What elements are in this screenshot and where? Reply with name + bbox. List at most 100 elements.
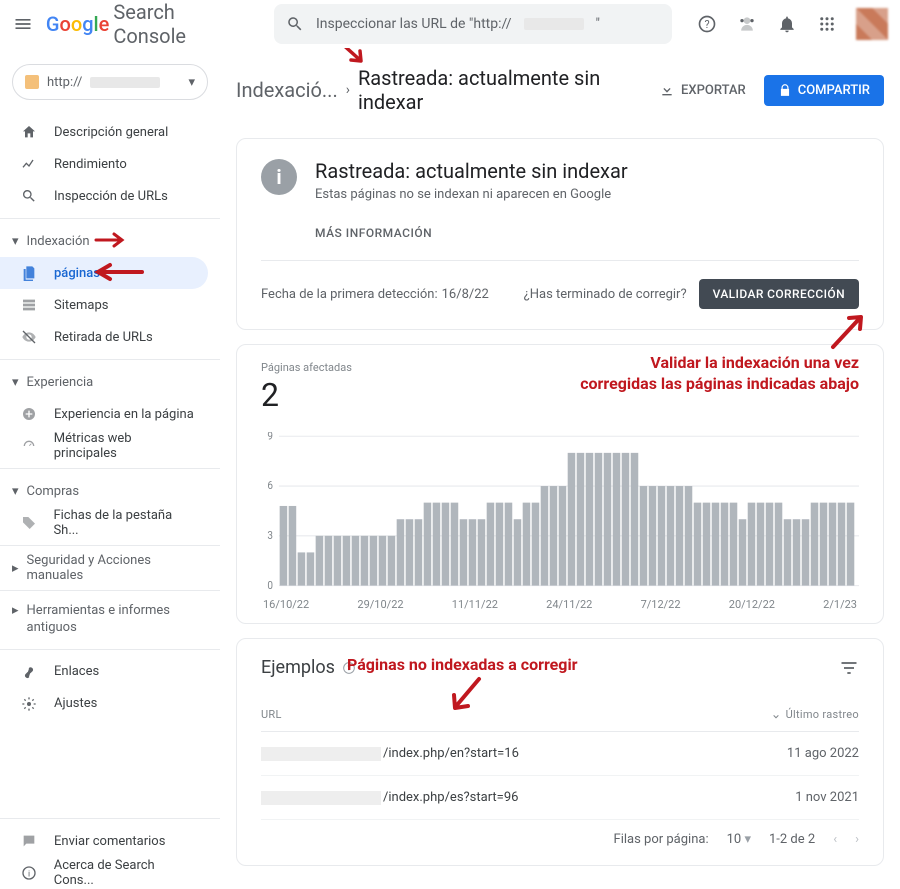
nav-shopping-listings[interactable]: Fichas de la pestaña Sh... [0,507,208,539]
nav-group-shopping[interactable]: ▾ Compras [0,475,220,507]
url-path: /index.php/es?start=96 [383,790,518,805]
eye-off-icon [20,328,38,346]
url-redacted-host [261,791,381,805]
breadcrumb-root[interactable]: Indexació... [236,78,338,102]
help-icon[interactable]: ? [696,13,718,35]
svg-text:3: 3 [267,529,273,542]
pager-prev[interactable]: ‹ [833,832,837,847]
rows-per-page-select[interactable]: 10 ▾ [727,832,751,847]
col-header-url[interactable]: URL [261,708,770,721]
url-path: /index.php/en?start=16 [383,746,519,761]
col-header-date[interactable]: Último rastreo [770,708,859,721]
magnify-icon [20,187,38,205]
bar-chart: 0369 [261,432,859,592]
account-avatar[interactable] [856,8,888,40]
rows-per-page-label: Filas por página: [614,832,709,847]
search-placeholder-pre: Inspeccionar las URL de "http:// [316,16,512,32]
plus-circle-icon [20,405,38,423]
chart-x-tick: 11/11/22 [452,598,498,611]
nav-url-inspect[interactable]: Inspección de URLs [0,180,208,212]
product-name: Search Console [113,0,234,48]
first-detect-label: Fecha de la primera detección: [261,287,438,302]
breadcrumb-row: Indexació... › Rastreada: actualmente si… [236,48,884,124]
pages-icon [20,264,38,282]
notifications-icon[interactable] [776,13,798,35]
nav-overview[interactable]: Descripción general [0,116,208,148]
svg-text:6: 6 [267,479,273,492]
nav-performance[interactable]: Rendimiento [0,148,208,180]
more-info-link[interactable]: MÁS INFORMACIÓN [315,226,859,240]
link-icon [20,663,38,681]
product-logo: Google Search Console [46,0,234,48]
lock-icon [778,83,792,97]
nav-settings[interactable]: Ajustes [0,688,208,720]
caret-down-icon: ▾ [12,234,19,249]
status-card: i Rastreada: actualmente sin indexar Est… [236,138,884,330]
examples-heading: Ejemplos [261,657,335,678]
svg-text:i: i [28,869,30,879]
nav-pages[interactable]: páginas [0,257,208,289]
gear-icon [20,695,38,713]
url-redacted-host [261,747,381,761]
nav-group-legacy[interactable]: ▸ Herramientas e informes antiguos [0,597,220,643]
gauge-icon [20,437,38,455]
nav-core-vitals[interactable]: Métricas web principales [0,430,208,462]
nav-feedback[interactable]: Enviar comentarios [0,825,208,857]
chart-x-tick: 24/11/22 [546,598,592,611]
help-small-icon[interactable]: ? [341,660,357,676]
validate-button[interactable]: VALIDAR CORRECCIÓN [699,279,859,309]
property-favicon [25,75,39,89]
table-row[interactable]: /index.php/en?start=16 11 ago 2022 [261,732,859,776]
nav-removals[interactable]: Retirada de URLs [0,321,208,353]
apps-grid-icon[interactable] [816,13,838,35]
trend-icon [20,155,38,173]
share-button[interactable]: COMPARTIR [764,75,884,106]
caret-down-icon: ▾ [744,832,751,847]
nav-sitemaps[interactable]: Sitemaps [0,289,208,321]
search-placeholder-post: " [596,16,600,32]
svg-text:?: ? [347,663,351,672]
last-crawl-date: 11 ago 2022 [787,746,859,761]
chart-x-tick: 16/10/22 [263,598,309,611]
users-icon[interactable] [736,13,758,35]
nav-group-experience[interactable]: ▾ Experiencia [0,366,220,398]
table-row[interactable]: /index.php/es?start=96 1 nov 2021 [261,776,859,820]
search-icon [286,15,304,33]
property-selector[interactable]: http:// ▾ [12,64,208,100]
pager-range: 1-2 de 2 [769,832,815,847]
feedback-icon [20,832,38,850]
export-button[interactable]: EXPORTAR [651,76,754,104]
download-icon [659,82,675,98]
nav-page-experience[interactable]: Experiencia en la página [0,398,208,430]
nav-group-indexing[interactable]: ▾ Indexación [0,225,220,257]
chart-x-ticks: 16/10/22 29/10/22 11/11/22 24/11/22 7/12/22 2… [261,598,859,611]
chart-big-value: 2 [261,376,859,414]
examples-card: Ejemplos ? Páginas no indexadas a correg… [236,638,884,866]
sort-down-icon [770,709,782,721]
status-title: Rastreada: actualmente sin indexar [315,159,628,183]
chart-x-tick: 7/12/22 [641,598,681,611]
nav-group-security[interactable]: ▸ Seguridad y Acciones manuales [0,552,220,584]
nav-about[interactable]: i Acerca de Search Cons... [0,857,208,889]
caret-right-icon: ▸ [12,561,19,576]
caret-down-icon: ▾ [12,375,19,390]
property-prefix: http:// [47,75,82,90]
filter-icon[interactable] [839,658,859,678]
affected-pages-card: Validar la indexación una vez corregidas… [236,344,884,624]
breadcrumb-current: Rastreada: actualmente sin indexar [358,66,647,114]
chevron-right-icon: › [346,82,350,98]
done-question: ¿Has terminado de corregir? [524,287,687,302]
info-badge-icon: i [261,159,297,195]
caret-down-icon: ▾ [188,75,195,90]
info-icon: i [20,864,38,882]
svg-text:?: ? [704,18,709,31]
nav-links[interactable]: Enlaces [0,656,208,688]
pager-next[interactable]: › [855,832,859,847]
hamburger-menu-icon[interactable] [12,12,34,36]
status-subtitle: Estas páginas no se indexan ni aparecen … [315,187,628,202]
chart-x-tick: 29/10/22 [357,598,403,611]
url-search-box[interactable]: Inspeccionar las URL de "http:// " [274,4,672,44]
last-crawl-date: 1 nov 2021 [795,790,859,805]
svg-text:0: 0 [267,578,273,591]
chart-x-tick: 2/1/23 [823,598,857,611]
